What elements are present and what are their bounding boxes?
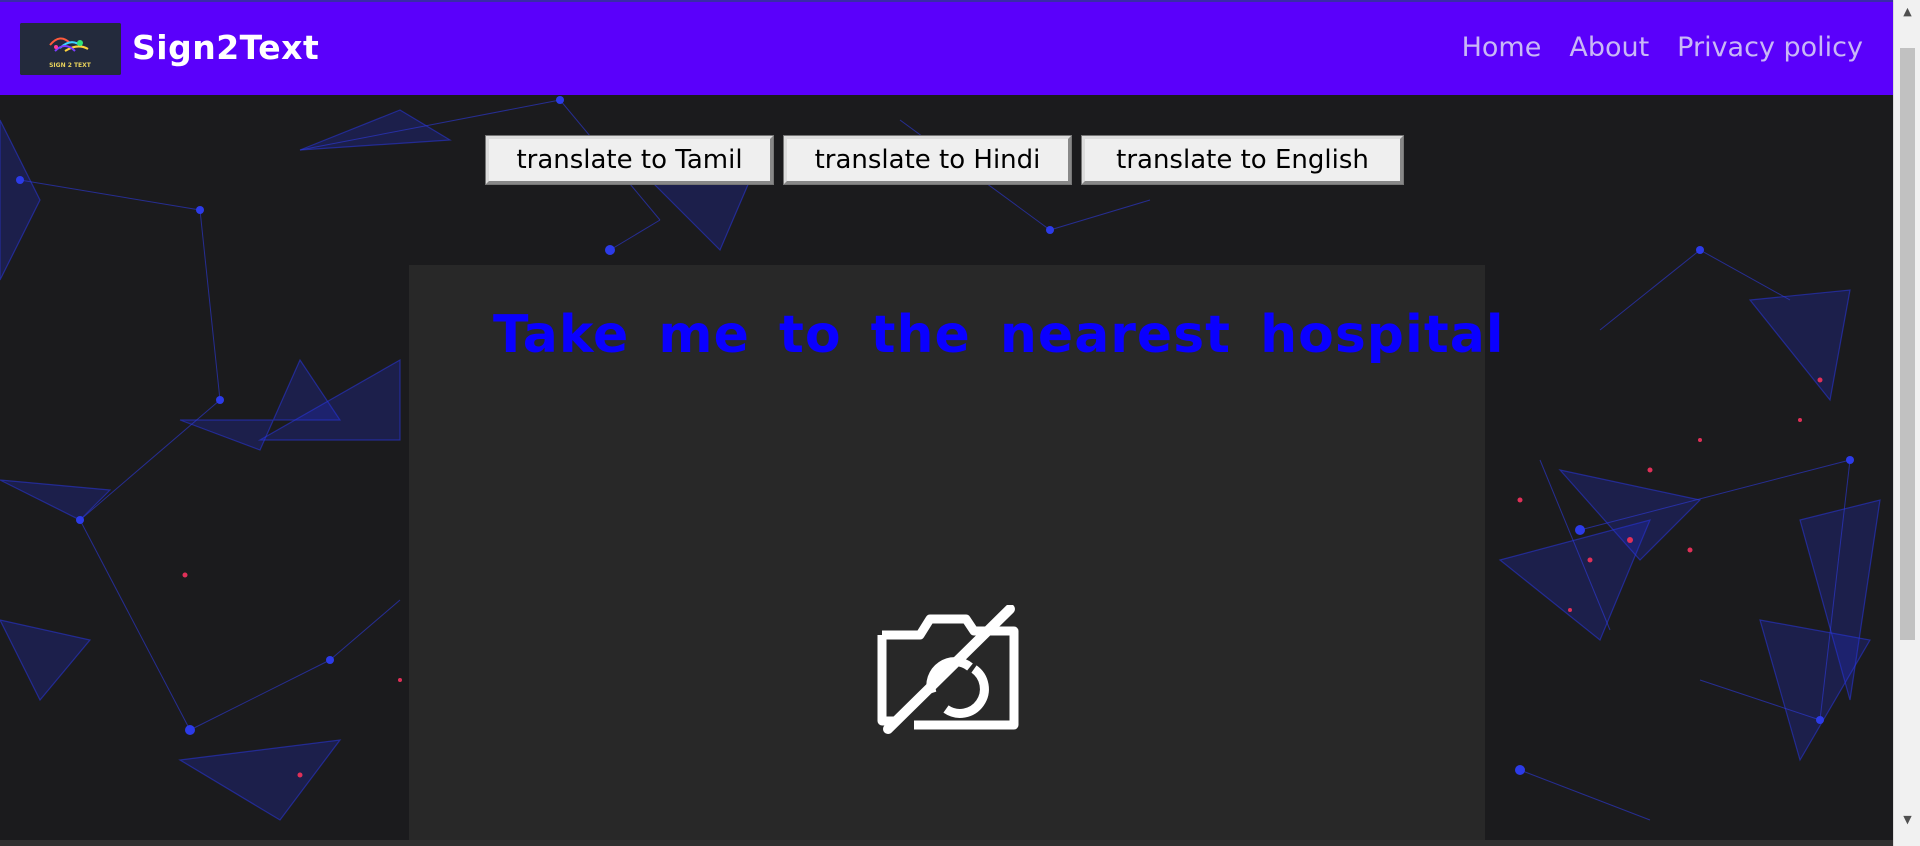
nav-home-link[interactable]: Home xyxy=(1462,32,1542,63)
brand-name[interactable]: Sign2Text xyxy=(132,28,319,67)
translate-hindi-button[interactable]: translate to Hindi xyxy=(783,135,1072,185)
logo-caption: SIGN 2 TEXT xyxy=(49,62,92,69)
translate-button-row: translate to Tamil translate to Hindi tr… xyxy=(485,135,1404,185)
main-nav: Home About Privacy policy xyxy=(1462,32,1863,63)
nav-about-link[interactable]: About xyxy=(1569,32,1649,63)
camera-off-icon xyxy=(877,605,1019,734)
logo-image: SIGN 2 TEXT xyxy=(20,23,121,75)
top-navbar: SIGN 2 TEXT Sign2Text Home About Privacy… xyxy=(0,0,1893,95)
page-scrollbar[interactable]: ▲ ▼ xyxy=(1893,0,1920,846)
bottom-edge xyxy=(0,840,1893,846)
translate-english-button[interactable]: translate to English xyxy=(1081,135,1404,185)
brand-logo[interactable]: SIGN 2 TEXT xyxy=(20,23,121,75)
scrollbar-thumb[interactable] xyxy=(1900,48,1915,640)
video-panel: Take me to the nearest hospital xyxy=(409,265,1504,846)
chevron-down-icon[interactable]: ▼ xyxy=(1900,812,1915,827)
translate-tamil-button[interactable]: translate to Tamil xyxy=(485,135,774,185)
translated-output-text: Take me to the nearest hospital xyxy=(493,305,1505,365)
nav-privacy-policy-link[interactable]: Privacy policy xyxy=(1677,32,1863,63)
chevron-up-icon[interactable]: ▲ xyxy=(1900,4,1915,19)
